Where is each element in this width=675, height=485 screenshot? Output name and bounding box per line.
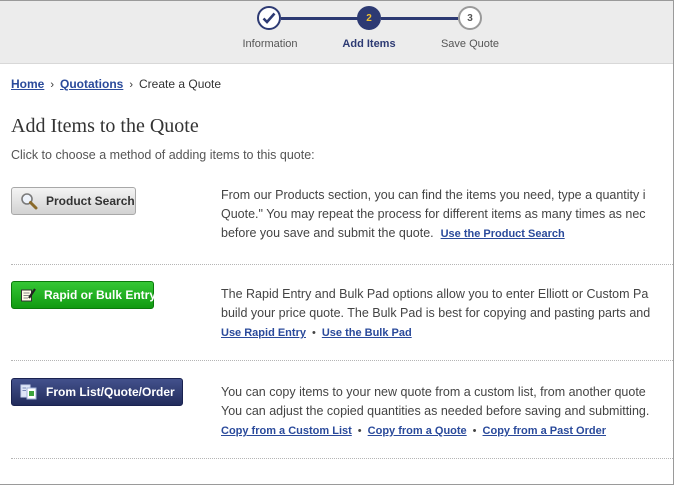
copy-documents-icon — [20, 384, 38, 400]
description-line: You can copy items to your new quote fro… — [221, 385, 646, 399]
checkmark-icon — [262, 12, 276, 24]
use-bulk-pad-link[interactable]: Use the Bulk Pad — [322, 327, 412, 339]
copy-from-past-order-link[interactable]: Copy from a Past Order — [483, 425, 606, 437]
copy-from-quote-link[interactable]: Copy from a Quote — [368, 425, 467, 437]
description-line: before you save and submit the quote. — [221, 226, 434, 240]
breadcrumb-current: Create a Quote — [139, 77, 222, 91]
rapid-bulk-entry-label: Rapid or Bulk Entry — [44, 288, 157, 302]
page-subtitle: Click to choose a method of adding items… — [11, 148, 315, 162]
from-list-description: You can copy items to your new quote fro… — [221, 383, 649, 441]
link-separator: • — [357, 425, 362, 437]
rapid-bulk-entry-button[interactable]: Rapid or Bulk Entry — [11, 281, 157, 309]
link-separator: • — [311, 327, 316, 339]
section-divider — [11, 264, 673, 265]
product-search-button[interactable]: Product Search — [11, 187, 136, 215]
link-separator: • — [472, 425, 477, 437]
description-line: You can adjust the copied quantities as … — [221, 404, 650, 418]
page-frame: 2 3 Information Add Items Save Quote Hom… — [0, 0, 674, 485]
page-title: Add Items to the Quote — [11, 115, 199, 137]
breadcrumb: Home › Quotations › Create a Quote — [11, 77, 221, 91]
use-product-search-link[interactable]: Use the Product Search — [441, 228, 565, 240]
description-line: The Rapid Entry and Bulk Pad options all… — [221, 287, 649, 301]
use-rapid-entry-link[interactable]: Use Rapid Entry — [221, 327, 306, 339]
step-2-number: 2 — [357, 6, 381, 30]
product-search-description: From our Products section, you can find … — [221, 186, 646, 244]
magnifier-icon — [20, 192, 38, 210]
step-3-label: Save Quote — [440, 38, 500, 50]
from-list-quote-order-label: From List/Quote/Order — [46, 385, 175, 399]
breadcrumb-separator: › — [50, 79, 55, 91]
progress-tracker: 2 3 Information Add Items Save Quote — [0, 1, 673, 64]
copy-from-custom-list-link[interactable]: Copy from a Custom List — [221, 425, 352, 437]
progress-line-upcoming — [381, 17, 458, 20]
breadcrumb-quotations-link[interactable]: Quotations — [60, 77, 123, 91]
description-line: From our Products section, you can find … — [221, 188, 646, 202]
from-list-quote-order-button[interactable]: From List/Quote/Order — [11, 378, 183, 406]
step-2-label: Add Items — [342, 38, 396, 50]
rapid-bulk-description: The Rapid Entry and Bulk Pad options all… — [221, 285, 650, 343]
progress-line-completed — [281, 17, 367, 20]
description-line: Quote." You may repeat the process for d… — [221, 207, 646, 221]
step-3-number: 3 — [458, 6, 482, 30]
section-divider — [11, 458, 673, 459]
breadcrumb-separator: › — [129, 79, 134, 91]
product-search-label: Product Search — [46, 194, 135, 208]
notepad-pencil-icon — [20, 287, 36, 303]
breadcrumb-home-link[interactable]: Home — [11, 77, 44, 91]
step-1-check-icon — [257, 6, 281, 30]
description-line: build your price quote. The Bulk Pad is … — [221, 306, 651, 320]
section-divider — [11, 360, 673, 361]
step-1-label: Information — [242, 38, 298, 50]
